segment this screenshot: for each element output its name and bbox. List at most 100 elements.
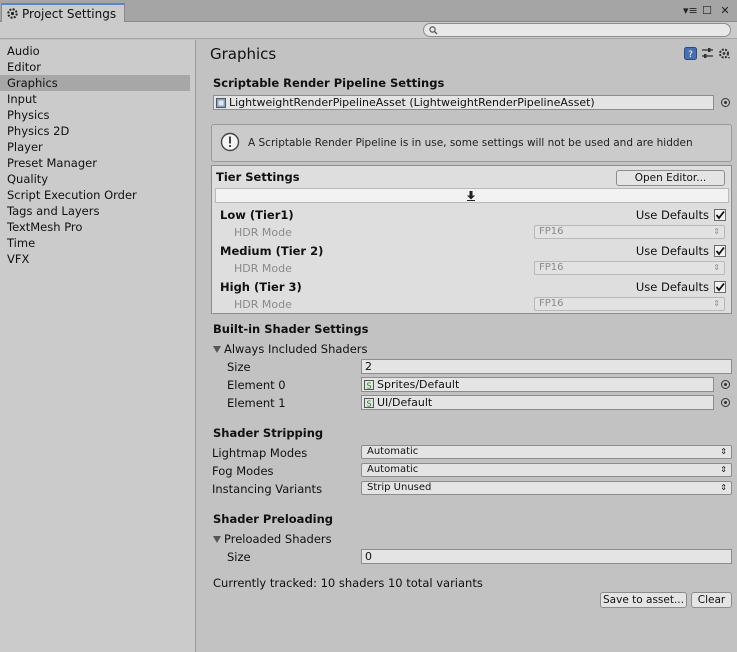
use-defaults-checkbox[interactable]: [714, 281, 726, 293]
fog-modes-dropdown[interactable]: Automatic ⇕: [361, 463, 732, 477]
foldout-arrow-icon: [213, 535, 221, 543]
included-size-field[interactable]: 2: [361, 359, 732, 374]
fog-modes-value: Automatic: [367, 464, 419, 475]
element-0-value: Sprites/Default: [377, 378, 460, 391]
tier-low-label: Low (Tier1): [220, 208, 294, 222]
use-defaults-checkbox[interactable]: [714, 245, 726, 257]
tab-project-settings[interactable]: Project Settings: [1, 3, 125, 22]
instancing-variants-label: Instancing Variants: [212, 482, 323, 496]
gear-icon: [7, 8, 18, 19]
sidebar-item-input[interactable]: Input: [0, 91, 190, 107]
hdr-mode-dropdown-medium: FP16 ⇕: [534, 261, 725, 275]
header-icons: ?: [684, 47, 731, 60]
menu-icon[interactable]: ▾≡: [683, 4, 698, 17]
element-0-field[interactable]: S Sprites/Default: [361, 377, 714, 392]
use-defaults-label: Use Defaults: [635, 208, 709, 222]
lightmap-modes-dropdown[interactable]: Automatic ⇕: [361, 445, 732, 459]
sidebar-item-graphics[interactable]: Graphics: [0, 75, 190, 91]
sidebar-item-vfx[interactable]: VFX: [0, 251, 190, 267]
foldout-arrow-icon: [213, 345, 221, 353]
sidebar-item-preset-manager[interactable]: Preset Manager: [0, 155, 190, 171]
srp-help-box: A Scriptable Render Pipeline is in use, …: [211, 124, 732, 162]
save-to-asset-button[interactable]: Save to asset...: [600, 592, 687, 608]
tier-settings-box: Tier Settings Open Editor... Low (Tier1)…: [211, 165, 732, 314]
instancing-variants-value: Strip Unused: [367, 482, 432, 493]
settings-gear-icon[interactable]: [718, 47, 731, 60]
sidebar-item-quality[interactable]: Quality: [0, 171, 190, 187]
maximize-icon[interactable]: ☐: [701, 4, 713, 17]
tab-title: Project Settings: [22, 6, 117, 21]
tracked-shaders-status: Currently tracked: 10 shaders 10 total v…: [213, 576, 483, 590]
preloaded-size-field[interactable]: 0: [361, 549, 732, 564]
tier-high-use-defaults[interactable]: Use Defaults: [636, 280, 726, 294]
info-icon: [220, 132, 240, 155]
use-defaults-label: Use Defaults: [635, 244, 709, 258]
instancing-variants-dropdown[interactable]: Strip Unused ⇕: [361, 481, 732, 495]
lightmap-modes-value: Automatic: [367, 446, 419, 457]
hdr-mode-label: HDR Mode: [234, 226, 292, 239]
asset-icon: [216, 97, 226, 108]
sidebar-item-editor[interactable]: Editor: [0, 59, 190, 75]
search-input[interactable]: [423, 23, 731, 37]
download-arrow-icon: [467, 191, 475, 201]
tier-low-use-defaults[interactable]: Use Defaults: [636, 208, 726, 222]
sidebar-item-physics[interactable]: Physics: [0, 107, 190, 123]
shader-preloading-heading: Shader Preloading: [213, 512, 334, 526]
shader-icon: S: [364, 379, 374, 390]
tier-settings-heading: Tier Settings: [216, 170, 300, 184]
sidebar-item-player[interactable]: Player: [0, 139, 190, 155]
element-1-value: UI/Default: [377, 396, 433, 409]
object-picker-icon[interactable]: [721, 98, 730, 107]
window-controls: ▾≡ ☐ ✕: [683, 4, 731, 17]
preloaded-shaders-foldout[interactable]: Preloaded Shaders: [213, 532, 332, 546]
sidebar-item-tags-and-layers[interactable]: Tags and Layers: [0, 203, 190, 219]
svg-text:S: S: [366, 381, 371, 390]
srp-heading: Scriptable Render Pipeline Settings: [213, 76, 445, 90]
hdr-mode-value: FP16: [539, 262, 564, 273]
object-picker-icon[interactable]: [721, 398, 730, 407]
use-defaults-label: Use Defaults: [635, 280, 709, 294]
help-icon[interactable]: ?: [684, 47, 697, 60]
sidebar-item-textmesh-pro[interactable]: TextMesh Pro: [0, 219, 190, 235]
toolbar: [0, 22, 737, 39]
close-icon[interactable]: ✕: [719, 4, 731, 17]
element-1-label: Element 1: [227, 396, 286, 410]
use-defaults-checkbox[interactable]: [714, 209, 726, 221]
hdr-mode-label: HDR Mode: [234, 298, 292, 311]
builtin-shader-heading: Built-in Shader Settings: [213, 322, 369, 336]
shader-icon: S: [364, 397, 374, 408]
srp-asset-field[interactable]: LightweightRenderPipelineAsset (Lightwei…: [213, 95, 714, 110]
page-title: Graphics: [210, 45, 277, 63]
lightmap-modes-label: Lightmap Modes: [212, 446, 308, 460]
svg-text:?: ?: [688, 50, 693, 60]
preset-icon[interactable]: [701, 47, 714, 60]
clear-button[interactable]: Clear: [691, 592, 732, 608]
tier-medium-use-defaults[interactable]: Use Defaults: [636, 244, 726, 258]
sidebar-item-physics-2d[interactable]: Physics 2D: [0, 123, 190, 139]
hdr-mode-label: HDR Mode: [234, 262, 292, 275]
settings-sidebar: Audio Editor Graphics Input Physics Phys…: [0, 40, 196, 652]
hdr-mode-value: FP16: [539, 298, 564, 309]
foldout-label: Always Included Shaders: [224, 342, 368, 356]
sidebar-item-time[interactable]: Time: [0, 235, 190, 251]
window-tab-bar: Project Settings ▾≡ ☐ ✕: [0, 0, 737, 22]
search-icon: [429, 26, 438, 35]
sidebar-item-script-execution-order[interactable]: Script Execution Order: [0, 187, 190, 203]
srp-asset-value: LightweightRenderPipelineAsset (Lightwei…: [229, 96, 595, 109]
svg-text:S: S: [366, 399, 371, 408]
tier-foldout-strip[interactable]: [215, 188, 729, 203]
foldout-label: Preloaded Shaders: [224, 532, 332, 546]
hdr-mode-dropdown-low: FP16 ⇕: [534, 225, 725, 239]
tier-medium-label: Medium (Tier 2): [220, 244, 324, 258]
fog-modes-label: Fog Modes: [212, 464, 274, 478]
element-0-label: Element 0: [227, 378, 286, 392]
hdr-mode-value: FP16: [539, 226, 564, 237]
element-1-field[interactable]: S UI/Default: [361, 395, 714, 410]
graphics-settings-panel: Graphics ? Scriptable Render Pipeline Se…: [197, 40, 737, 652]
sidebar-item-audio[interactable]: Audio: [0, 43, 190, 59]
size-label: Size: [227, 550, 251, 564]
open-editor-button[interactable]: Open Editor...: [616, 170, 725, 186]
always-included-foldout[interactable]: Always Included Shaders: [213, 342, 368, 356]
tier-high-label: High (Tier 3): [220, 280, 302, 294]
object-picker-icon[interactable]: [721, 380, 730, 389]
